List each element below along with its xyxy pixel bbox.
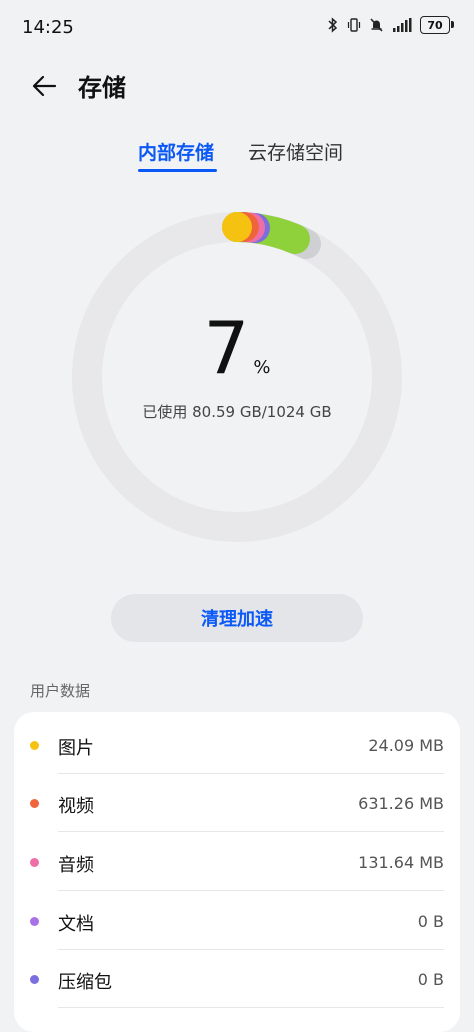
list-item-size: 0 B (417, 912, 444, 931)
list-item-documents[interactable]: 文档 0 B (14, 892, 460, 950)
list-item-label: 视频 (58, 796, 94, 817)
videos-color-dot (30, 799, 39, 808)
status-time: 14:25 (22, 17, 74, 38)
page-title: 存储 (78, 74, 126, 102)
battery-level: 70 (427, 18, 443, 32)
user-data-list: 图片 24.09 MB 视频 631.26 MB 音频 131.64 MB 文档… (14, 712, 460, 1032)
used-percent: 7% (66, 312, 408, 384)
tab-internal-storage[interactable]: 内部存储 (138, 138, 214, 165)
divider (58, 831, 444, 832)
divider (58, 890, 444, 891)
storage-tabs: 内部存储 云存储空间 (0, 132, 474, 176)
back-button[interactable] (24, 66, 64, 106)
list-item-videos[interactable]: 视频 631.26 MB (14, 774, 460, 832)
user-data-section-title: 用户数据 (30, 682, 91, 700)
list-item-size: 131.64 MB (358, 853, 444, 872)
list-item-label: 音频 (58, 855, 94, 876)
status-icons: 70 (327, 16, 454, 34)
divider (58, 1007, 444, 1008)
clean-accelerate-button[interactable]: 清理加速 (111, 594, 363, 642)
gauge-segment-images (222, 212, 252, 242)
list-item-images[interactable]: 图片 24.09 MB (14, 716, 460, 774)
bluetooth-icon (328, 17, 338, 33)
used-percent-value: 7 (203, 306, 250, 390)
audio-color-dot (30, 858, 39, 867)
mute-bell-icon (370, 18, 383, 32)
vibrate-icon (347, 18, 361, 32)
battery-indicator: 70 (420, 16, 454, 34)
list-item-label: 图片 (58, 738, 94, 759)
list-item-archives[interactable]: 压缩包 0 B (14, 950, 460, 1008)
percent-sign: % (253, 357, 271, 378)
list-item-label: 压缩包 (58, 972, 112, 993)
list-item-label: 文档 (58, 914, 94, 935)
images-color-dot (30, 741, 39, 750)
storage-gauge: 7% 已使用 80.59 GB/1024 GB (66, 206, 408, 548)
list-item-audio[interactable]: 音频 131.64 MB (14, 833, 460, 891)
tab-active-indicator (138, 169, 217, 172)
status-bar: 14:25 70 (0, 0, 474, 56)
header: 存储 (0, 56, 474, 112)
list-item-size: 631.26 MB (358, 794, 444, 813)
tab-cloud-storage[interactable]: 云存储空间 (248, 138, 343, 165)
list-item-size: 0 B (417, 970, 444, 989)
used-storage-text: 已使用 80.59 GB/1024 GB (142, 403, 332, 421)
documents-color-dot (30, 917, 39, 926)
list-item-size: 24.09 MB (368, 736, 444, 755)
back-arrow-icon (32, 75, 57, 97)
signal-icon (393, 18, 412, 32)
archives-color-dot (30, 975, 39, 984)
